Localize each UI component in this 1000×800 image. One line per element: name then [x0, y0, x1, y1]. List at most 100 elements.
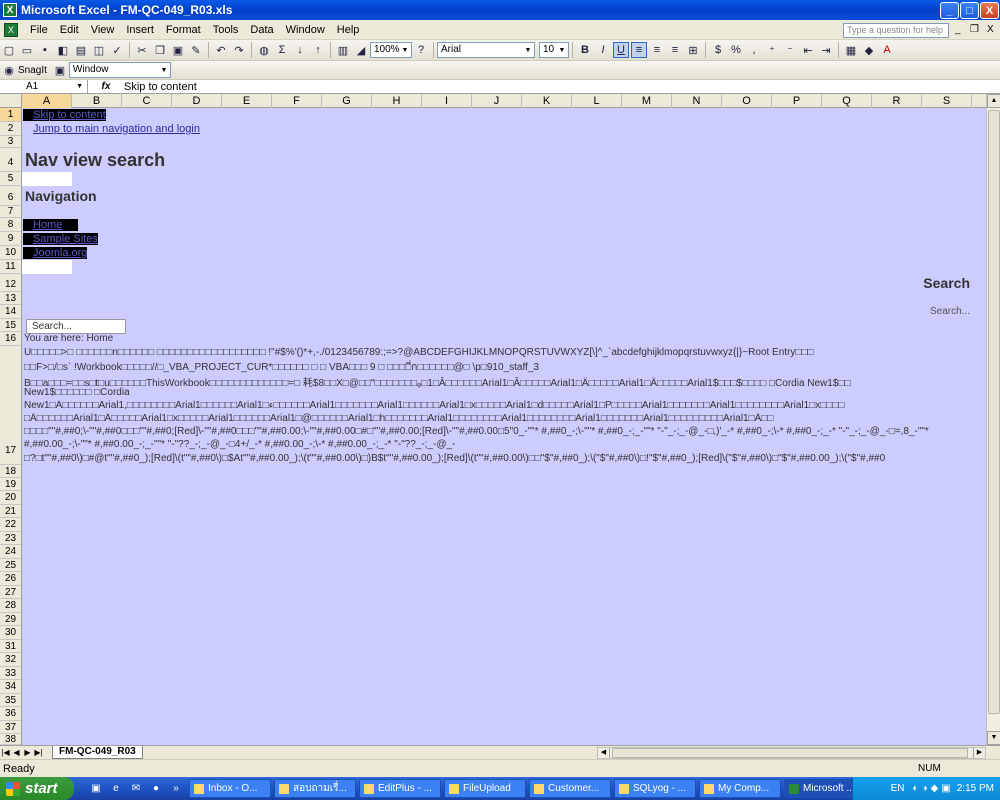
cut-icon[interactable]: ✂ — [134, 42, 150, 58]
font-color-icon[interactable]: A — [879, 42, 895, 58]
formula-input[interactable]: Skip to content — [124, 81, 197, 93]
next-sheet-icon[interactable]: ▶ — [22, 748, 33, 757]
cell-a9[interactable]: Sample Sites — [23, 232, 98, 246]
merge-center-icon[interactable]: ⊞ — [685, 42, 701, 58]
cell-a11[interactable] — [22, 260, 72, 274]
column-header-d[interactable]: D — [172, 94, 222, 108]
column-header-b[interactable]: B — [72, 94, 122, 108]
bold-icon[interactable]: B — [577, 42, 593, 58]
column-header-r[interactable]: R — [872, 94, 922, 108]
menu-data[interactable]: Data — [244, 24, 279, 36]
network-icon[interactable]: ◐ — [913, 783, 919, 794]
align-left-icon[interactable]: ≡ — [631, 42, 647, 58]
increase-decimal-icon[interactable]: ⁺ — [764, 42, 780, 58]
row-header[interactable]: 27 — [0, 586, 21, 599]
outlook-icon[interactable]: ✉ — [128, 781, 144, 797]
row-header[interactable]: 22 — [0, 518, 21, 532]
worksheet-grid[interactable]: Skip to content Jump to main navigation … — [22, 108, 986, 745]
hyperlink-icon[interactable]: ◍ — [256, 42, 272, 58]
drawing-icon[interactable]: ◢ — [353, 42, 369, 58]
print-icon[interactable]: ▤ — [73, 42, 89, 58]
last-sheet-icon[interactable]: ▶| — [33, 748, 44, 757]
capture-icon[interactable]: ▣ — [52, 62, 68, 78]
row-header[interactable]: 18 — [0, 465, 21, 478]
prev-sheet-icon[interactable]: ◀ — [11, 748, 22, 757]
menu-tools[interactable]: Tools — [207, 24, 245, 36]
scroll-up-icon[interactable]: ▲ — [987, 94, 1000, 108]
align-center-icon[interactable]: ≡ — [649, 42, 665, 58]
task-inbox[interactable]: Inbox - O... — [189, 779, 271, 798]
more-quicklaunch-icon[interactable]: » — [168, 781, 184, 797]
decrease-decimal-icon[interactable]: ⁻ — [782, 42, 798, 58]
row-header[interactable]: 31 — [0, 640, 21, 653]
cell-a1[interactable]: Skip to content — [23, 108, 106, 122]
task-editplus[interactable]: EditPlus - ... — [359, 779, 441, 798]
zoom-select[interactable]: 100% ▼ — [370, 42, 412, 58]
scroll-thumb[interactable] — [988, 110, 1000, 714]
close-button[interactable]: X — [980, 2, 999, 19]
column-header-j[interactable]: J — [472, 94, 522, 108]
row-header[interactable]: 3 — [0, 136, 21, 148]
row-header[interactable]: 24 — [0, 545, 21, 559]
volume-icon[interactable]: ◑ — [922, 783, 928, 794]
row-header[interactable]: 30 — [0, 626, 21, 640]
scroll-left-icon[interactable]: ◀ — [598, 748, 610, 758]
jump-to-navigation-link[interactable]: Jump to main navigation and login — [23, 123, 200, 135]
row-header[interactable]: 19 — [0, 478, 21, 491]
sample-sites-link[interactable]: Sample Sites — [23, 233, 98, 245]
decrease-indent-icon[interactable]: ⇤ — [800, 42, 816, 58]
task-customer[interactable]: Customer... — [529, 779, 611, 798]
cell-a10[interactable]: Joomla.org — [23, 246, 88, 260]
row-header[interactable]: 12 — [0, 274, 21, 292]
task-browser[interactable]: สอบถามเรื่... — [274, 779, 356, 798]
font-select[interactable]: Arial ▼ — [437, 42, 535, 58]
chart-wizard-icon[interactable]: ▥ — [335, 42, 351, 58]
task-fileupload[interactable]: FileUpload — [444, 779, 526, 798]
row-header[interactable]: 38 — [0, 734, 21, 745]
doc-minimize-button[interactable]: _ — [955, 24, 961, 35]
comma-style-icon[interactable]: , — [746, 42, 762, 58]
redo-icon[interactable]: ↷ — [231, 42, 247, 58]
column-header-f[interactable]: F — [272, 94, 322, 108]
row-header[interactable]: 21 — [0, 505, 21, 518]
horizontal-scrollbar[interactable]: ◀ ▶ — [597, 747, 986, 759]
row-header[interactable]: 6 — [0, 186, 21, 206]
borders-icon[interactable]: ▦ — [843, 42, 859, 58]
function-icon[interactable]: fx — [88, 81, 124, 92]
row-header[interactable]: 11 — [0, 260, 21, 274]
autosum-icon[interactable]: Σ — [274, 42, 290, 58]
task-sqlyog[interactable]: SQLyog - ... — [614, 779, 696, 798]
column-header-i[interactable]: I — [422, 94, 472, 108]
row-header[interactable]: 37 — [0, 721, 21, 734]
row-header[interactable]: 23 — [0, 532, 21, 545]
doc-close-button[interactable]: X — [987, 24, 994, 35]
snagit-label[interactable]: SnagIt — [18, 65, 47, 76]
doc-restore-button[interactable]: ❐ — [970, 24, 979, 35]
save-icon[interactable]: ▪ — [37, 42, 53, 58]
row-header[interactable]: 36 — [0, 707, 21, 721]
open-icon[interactable]: ▭ — [19, 42, 35, 58]
row-header[interactable]: 35 — [0, 694, 21, 707]
minimize-button[interactable]: _ — [940, 2, 959, 19]
column-header-q[interactable]: Q — [822, 94, 872, 108]
row-header[interactable]: 7 — [0, 206, 21, 218]
row-header[interactable]: 17 — [0, 346, 21, 465]
column-header-h[interactable]: H — [372, 94, 422, 108]
menu-window[interactable]: Window — [280, 24, 331, 36]
task-my-computer[interactable]: My Comp... — [699, 779, 781, 798]
column-header-k[interactable]: K — [522, 94, 572, 108]
firefox-icon[interactable]: ● — [148, 781, 164, 797]
column-header-s[interactable]: S — [922, 94, 972, 108]
workbook-icon[interactable]: X — [4, 22, 18, 37]
spelling-icon[interactable]: ✓ — [109, 42, 125, 58]
start-button[interactable]: start — [0, 777, 74, 800]
fill-color-icon[interactable]: ◆ — [861, 42, 877, 58]
column-header-m[interactable]: M — [622, 94, 672, 108]
undo-icon[interactable]: ↶ — [213, 42, 229, 58]
scroll-down-icon[interactable]: ▼ — [987, 731, 1000, 745]
italic-icon[interactable]: I — [595, 42, 611, 58]
menu-edit[interactable]: Edit — [54, 24, 85, 36]
row-header[interactable]: 8 — [0, 218, 21, 232]
menu-format[interactable]: Format — [160, 24, 207, 36]
row-header[interactable]: 13 — [0, 292, 21, 305]
